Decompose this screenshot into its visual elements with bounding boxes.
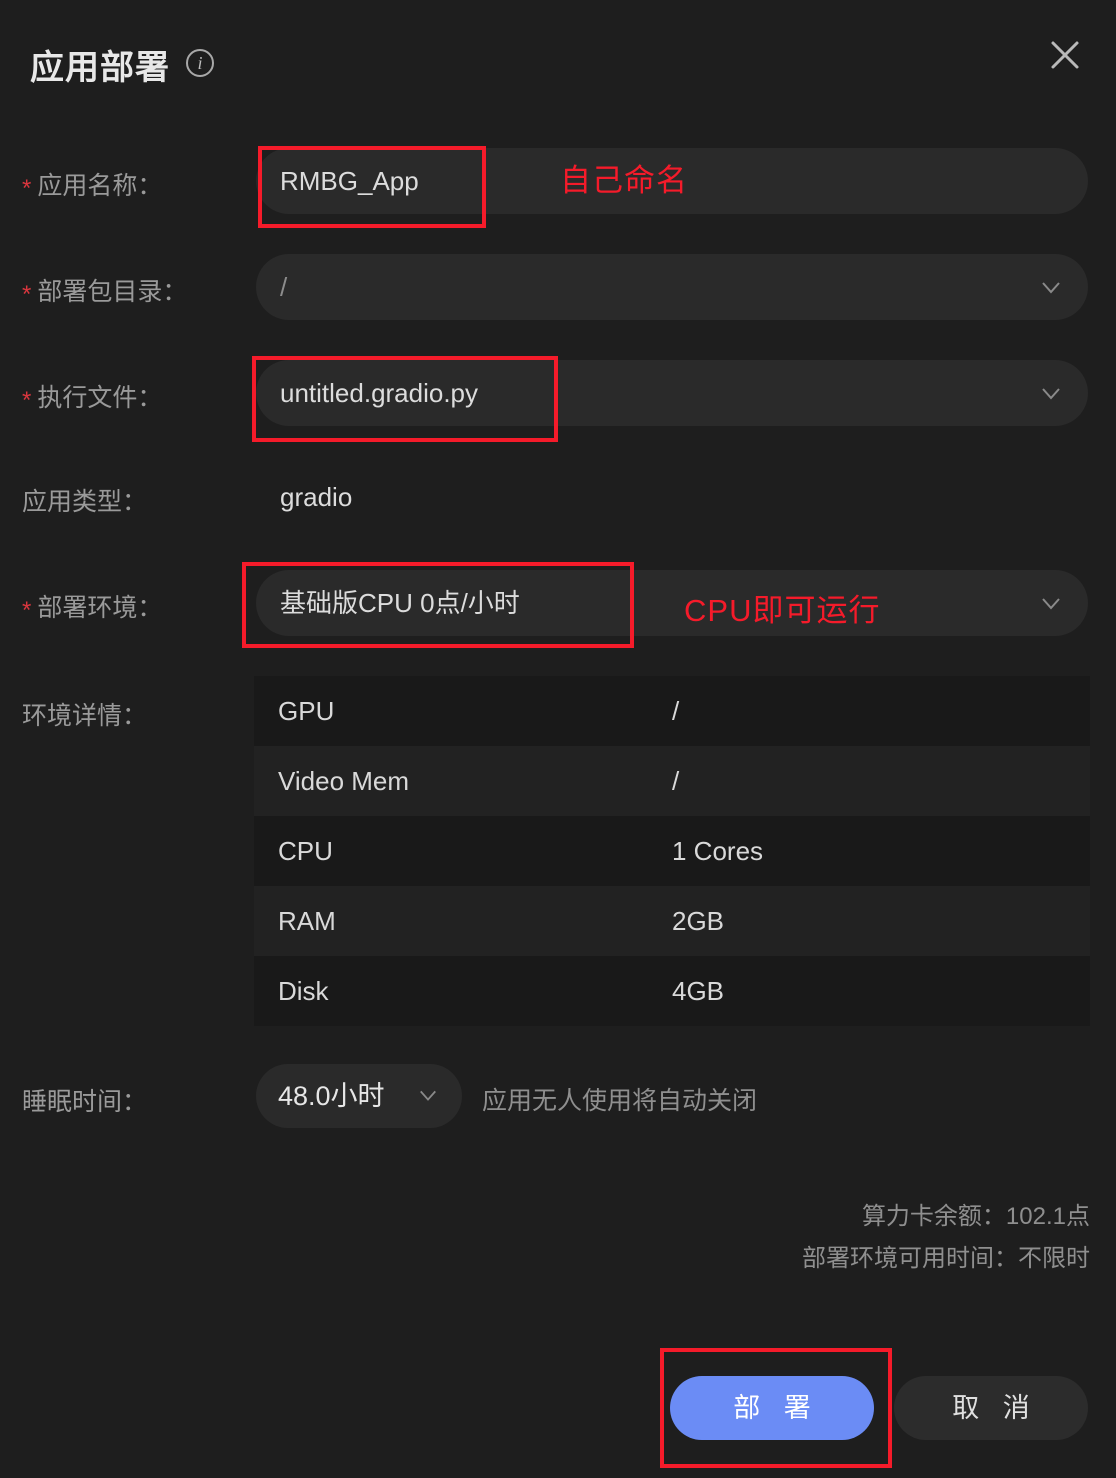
env-key: Disk: [278, 976, 329, 1006]
label-deploy-env: * 部署环境：: [22, 594, 163, 624]
env-details-table: GPU / Video Mem / CPU 1 Cores RAM 2GB Di…: [254, 676, 1090, 1026]
chevron-down-icon: [418, 1085, 440, 1107]
required-asterisk: *: [22, 175, 32, 202]
exec-file-value: untitled.gradio.py: [280, 378, 479, 408]
env-value: /: [672, 696, 680, 726]
sleep-time-hint: 应用无人使用将自动关闭: [482, 1087, 758, 1115]
label-app-type: 应用类型：: [22, 488, 148, 516]
table-row: CPU 1 Cores: [254, 816, 1090, 886]
deploy-env-value: 基础版CPU 0点/小时: [280, 588, 520, 618]
label-package-dir: * 部署包目录：: [22, 278, 188, 308]
table-row: RAM 2GB: [254, 886, 1090, 956]
label-sleep-time: 睡眠时间：: [22, 1088, 148, 1116]
package-dir-value: /: [280, 272, 288, 302]
deploy-button[interactable]: 部 署: [670, 1376, 874, 1440]
env-value: 4GB: [672, 976, 725, 1006]
annotation-text-name-yourself: 自己命名: [560, 163, 688, 198]
required-asterisk: *: [22, 387, 32, 414]
env-value: /: [672, 766, 680, 796]
sleep-time-value: 48.0小时: [278, 1081, 385, 1111]
env-key: Video Mem: [278, 766, 410, 796]
env-key: RAM: [278, 906, 336, 936]
app-type-value: gradio: [280, 482, 353, 512]
deploy-env-select[interactable]: 基础版CPU 0点/小时: [256, 570, 1088, 636]
table-row: Disk 4GB: [254, 956, 1090, 1026]
label-app-name: * 应用名称：: [22, 172, 163, 202]
annotation-text-cpu-ok: CPU即可运行: [684, 593, 881, 628]
required-asterisk: *: [22, 281, 32, 308]
sleep-time-select[interactable]: 48.0小时: [256, 1064, 462, 1128]
env-key: CPU: [278, 836, 333, 866]
env-value: 1 Cores: [672, 836, 764, 866]
page-title: 应用部署: [30, 49, 170, 87]
chevron-down-icon: [1040, 276, 1062, 298]
exec-file-select[interactable]: untitled.gradio.py: [256, 360, 1088, 426]
env-value: 2GB: [672, 906, 725, 936]
compute-card-balance: 算力卡余额：102.1点: [861, 1203, 1090, 1230]
table-row: Video Mem /: [254, 746, 1090, 816]
app-name-value: RMBG_App: [280, 166, 419, 196]
table-row: GPU /: [254, 676, 1090, 746]
required-asterisk: *: [22, 597, 32, 624]
close-icon[interactable]: [1042, 32, 1088, 78]
package-dir-select[interactable]: /: [256, 254, 1088, 320]
dialog-header: 应用部署 i: [0, 0, 1116, 112]
cancel-button[interactable]: 取 消: [894, 1376, 1088, 1440]
env-key: GPU: [278, 696, 335, 726]
label-env-details: 环境详情：: [22, 702, 148, 730]
deploy-env-available-time: 部署环境可用时间：不限时: [802, 1245, 1090, 1272]
chevron-down-icon: [1040, 382, 1062, 404]
label-exec-file: * 执行文件：: [22, 384, 163, 414]
info-icon[interactable]: i: [186, 49, 214, 77]
chevron-down-icon: [1040, 592, 1062, 614]
